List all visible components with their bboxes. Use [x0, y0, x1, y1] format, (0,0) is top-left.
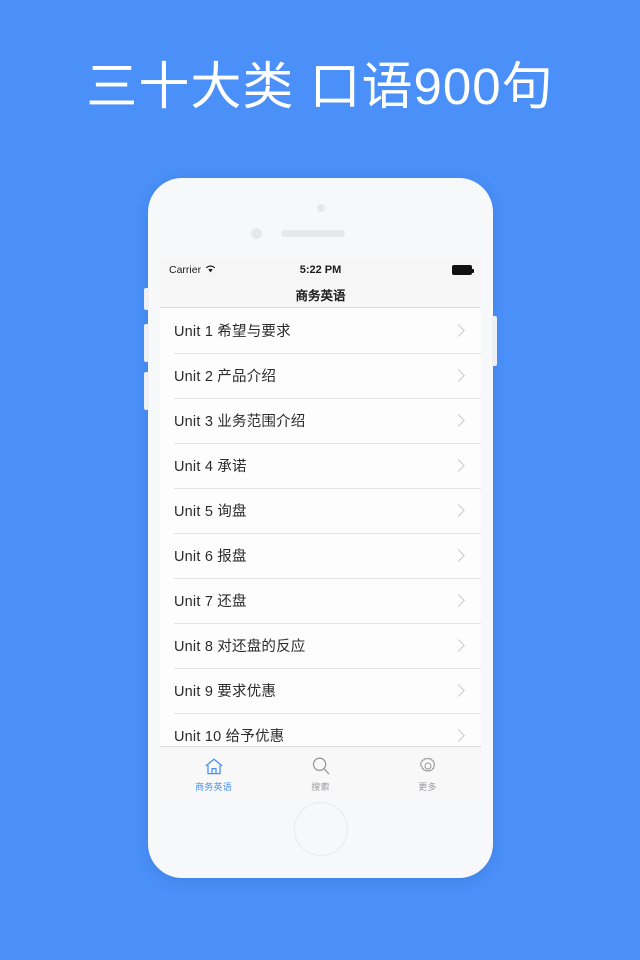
- list-item[interactable]: Unit 4 承诺: [160, 443, 481, 488]
- silent-switch: [144, 288, 149, 310]
- list-item[interactable]: Unit 7 还盘: [160, 578, 481, 623]
- unit-list: Unit 1 希望与要求 Unit 2 产品介绍 Unit 3 业务范围介绍 U…: [160, 308, 481, 758]
- chevron-right-icon: [452, 324, 465, 337]
- search-icon: [311, 755, 331, 777]
- list-item[interactable]: Unit 9 要求优惠: [160, 668, 481, 713]
- status-bar-left: Carrier: [169, 264, 216, 276]
- list-item[interactable]: Unit 3 业务范围介绍: [160, 398, 481, 443]
- list-item-label: Unit 10 给予优惠: [174, 729, 285, 745]
- list-item-label: Unit 4 承诺: [174, 459, 247, 475]
- list-item-label: Unit 7 还盘: [174, 594, 247, 610]
- home-button[interactable]: [293, 802, 348, 856]
- page-title: 三十大类 口语900句: [86, 58, 554, 115]
- phone-mockup: Carrier 5:22 PM 商务英语 Unit 1 希望与要求 Unit 2…: [144, 178, 497, 878]
- tab-label: 更多: [418, 782, 437, 792]
- status-bar: Carrier 5:22 PM: [160, 258, 481, 282]
- wifi-icon: [205, 264, 216, 276]
- list-item[interactable]: Unit 5 询盘: [160, 488, 481, 533]
- list-item-label: Unit 5 询盘: [174, 504, 247, 520]
- list-item[interactable]: Unit 1 希望与要求: [160, 308, 481, 353]
- volume-down-button: [144, 372, 149, 410]
- chevron-right-icon: [452, 594, 465, 607]
- tab-bar: 商务英语 搜索 更多: [160, 746, 481, 798]
- chevron-right-icon: [452, 504, 465, 517]
- chevron-right-icon: [452, 684, 465, 697]
- list-item-label: Unit 6 报盘: [174, 549, 247, 565]
- carrier-label: Carrier: [169, 264, 202, 276]
- tab-search[interactable]: 搜索: [267, 747, 374, 798]
- list-item[interactable]: Unit 8 对还盘的反应: [160, 623, 481, 668]
- chevron-right-icon: [452, 459, 465, 472]
- navigation-bar: 商务英语: [160, 282, 481, 308]
- list-item-label: Unit 2 产品介绍: [174, 369, 277, 385]
- gear-icon: [418, 755, 438, 777]
- tab-business-english[interactable]: 商务英语: [160, 747, 267, 798]
- chevron-right-icon: [452, 549, 465, 562]
- list-item-label: Unit 3 业务范围介绍: [174, 414, 306, 430]
- chevron-right-icon: [452, 729, 465, 742]
- chevron-right-icon: [452, 369, 465, 382]
- front-camera-icon: [316, 204, 325, 212]
- list-item[interactable]: Unit 2 产品介绍: [160, 353, 481, 398]
- list-item-label: Unit 9 要求优惠: [174, 684, 277, 700]
- chevron-right-icon: [452, 639, 465, 652]
- list-item[interactable]: Unit 6 报盘: [160, 533, 481, 578]
- tab-label: 搜索: [311, 782, 330, 792]
- home-icon: [204, 755, 224, 777]
- nav-title: 商务英语: [295, 289, 346, 303]
- tab-label: 商务英语: [195, 782, 232, 792]
- earpiece-speaker: [281, 230, 345, 237]
- power-button: [492, 316, 497, 366]
- battery-full-icon: [452, 265, 474, 275]
- chevron-right-icon: [452, 414, 465, 427]
- status-bar-right: [452, 265, 474, 275]
- volume-up-button: [144, 324, 149, 362]
- screenshot-canvas: 三十大类 口语900句 Carrier 5:22 PM 商务英语 Unit 1 …: [0, 0, 640, 960]
- list-item-label: Unit 8 对还盘的反应: [174, 639, 306, 655]
- list-item-label: Unit 1 希望与要求: [174, 324, 291, 340]
- tab-more[interactable]: 更多: [374, 747, 481, 798]
- phone-screen: Carrier 5:22 PM 商务英语 Unit 1 希望与要求 Unit 2…: [160, 258, 481, 798]
- proximity-sensor-icon: [251, 228, 262, 239]
